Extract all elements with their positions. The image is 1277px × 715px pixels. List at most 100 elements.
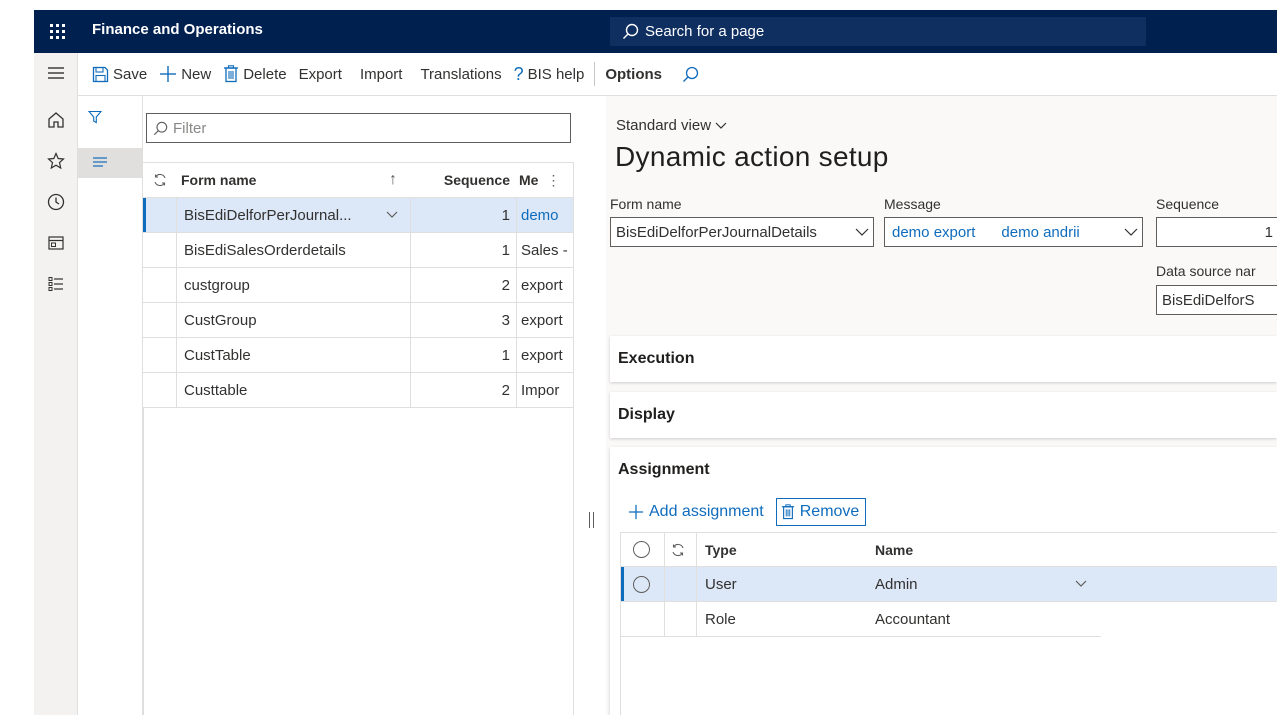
app-title[interactable]: Finance and Operations	[92, 21, 263, 38]
column-divider	[664, 567, 665, 601]
column-divider	[516, 303, 517, 337]
list-row[interactable]: custgroup 2 export	[143, 268, 574, 303]
column-divider	[516, 338, 517, 372]
show-list-icon[interactable]	[78, 148, 142, 178]
import-button[interactable]: Import	[348, 53, 409, 96]
navigation-bar: Finance and Operations Search for a page	[34, 10, 1277, 53]
column-divider	[176, 303, 177, 337]
view-selector[interactable]: Standard view	[616, 117, 727, 134]
column-divider	[696, 602, 697, 636]
select-all-radio[interactable]	[633, 533, 653, 566]
refresh-icon[interactable]	[153, 163, 173, 197]
search-icon	[153, 121, 168, 135]
delete-button[interactable]: Delete	[217, 53, 292, 96]
column-header-message[interactable]: Me ⋮	[519, 163, 574, 197]
row-select-radio[interactable]	[633, 567, 653, 601]
form-name-cell[interactable]: BisEdiDelforPerJournal...	[184, 198, 414, 232]
column-divider	[410, 338, 411, 372]
filter-funnel-icon[interactable]	[78, 96, 142, 136]
search-placeholder: Search for a page	[645, 23, 765, 40]
recent-clock-icon[interactable]	[34, 187, 78, 217]
message-field-value[interactable]: demo export	[892, 224, 975, 241]
remove-assignment-button[interactable]: Remove	[775, 498, 867, 526]
type-cell[interactable]: User	[705, 567, 865, 601]
column-header-type[interactable]: Type	[705, 533, 865, 566]
workspaces-icon[interactable]	[34, 228, 78, 258]
form-name-field-label: Form name	[610, 196, 682, 212]
assignment-row[interactable]: User Admin	[621, 567, 1277, 602]
filter-pane-toggle-area	[78, 96, 142, 715]
list-row[interactable]: BisEdiDelforPerJournal... 1 demo	[143, 198, 574, 233]
fasttab-display[interactable]: Display	[610, 392, 1277, 438]
form-name-cell: BisEdiSalesOrderdetails	[184, 241, 346, 259]
column-divider	[516, 268, 517, 302]
selected-row-indicator	[143, 198, 146, 232]
message-cell: export	[521, 311, 563, 329]
message-cell: export	[521, 346, 563, 364]
list-row[interactable]: BisEdiSalesOrderdetails 1 Sales -	[143, 233, 574, 268]
fasttab-assignment-title[interactable]: Assignment	[618, 447, 710, 493]
new-label: New	[181, 65, 212, 83]
fasttab-execution-title: Execution	[618, 350, 695, 367]
translations-button[interactable]: Translations	[408, 53, 507, 96]
more-options-icon[interactable]: ⋮	[546, 172, 560, 189]
chevron-down-icon[interactable]	[855, 226, 869, 238]
form-name-value: BisEdiDelforPerJournal...	[184, 206, 352, 224]
sequence-field-value: 1	[1264, 223, 1273, 241]
form-name-field[interactable]: BisEdiDelforPerJournalDetails	[610, 217, 874, 247]
details-pane: Standard view Dynamic action setup Form …	[606, 96, 1277, 715]
assignment-row[interactable]: Role Accountant	[621, 602, 1101, 637]
options-tab[interactable]: Options	[599, 53, 668, 96]
fasttab-display-title: Display	[618, 406, 675, 423]
hamburger-menu-icon[interactable]	[34, 58, 78, 88]
message-field-label: Message	[884, 196, 941, 212]
plus-icon	[628, 504, 644, 520]
home-icon[interactable]	[34, 105, 78, 135]
sequence-cell: 1	[501, 241, 510, 259]
name-cell[interactable]: Accountant	[875, 602, 1095, 636]
column-header-name[interactable]: Name	[875, 533, 1095, 566]
column-header-sequence[interactable]: Sequence	[413, 163, 512, 197]
action-pane: Save New Delete Export Import Translatio…	[78, 53, 1277, 96]
sequence-cell: 2	[501, 381, 510, 399]
favorites-star-icon[interactable]	[34, 146, 78, 176]
search-icon	[683, 66, 699, 82]
action-search-button[interactable]	[668, 53, 709, 96]
message-cell-link[interactable]: demo	[521, 198, 574, 232]
datasource-field[interactable]: BisEdiDelforS	[1156, 285, 1277, 315]
add-assignment-button[interactable]: Add assignment	[624, 498, 770, 526]
chevron-down-icon[interactable]	[1075, 580, 1087, 588]
form-name-cell: CustGroup	[184, 311, 257, 329]
column-header-form-name[interactable]: Form name ↑	[181, 163, 411, 197]
chevron-down-icon[interactable]	[1124, 226, 1138, 238]
app-launcher-icon[interactable]	[34, 10, 80, 53]
splitter-grip-icon[interactable]	[589, 512, 594, 528]
fasttab-execution[interactable]: Execution	[610, 336, 1277, 382]
pane-splitter[interactable]	[584, 96, 606, 715]
message-field[interactable]: demo export demo andrii	[884, 217, 1143, 247]
column-divider	[516, 233, 517, 267]
type-cell[interactable]: Role	[705, 602, 865, 636]
name-cell-value: Admin	[875, 575, 918, 593]
grid-left-border	[143, 408, 144, 715]
export-button[interactable]: Export	[293, 53, 348, 96]
name-cell[interactable]: Admin	[875, 567, 1099, 601]
list-grid-header: Form name ↑ Sequence Me ⋮	[143, 162, 574, 198]
toolbar-divider	[594, 62, 596, 86]
list-row[interactable]: CustGroup 3 export	[143, 303, 574, 338]
column-divider	[410, 268, 411, 302]
refresh-icon[interactable]	[671, 533, 691, 566]
save-button[interactable]: Save	[78, 53, 153, 96]
sequence-cell: 3	[501, 311, 510, 329]
list-row[interactable]: Custtable 2 Impor	[143, 373, 574, 408]
page-search-box[interactable]: Search for a page	[610, 17, 1146, 46]
bis-help-button[interactable]: ? BIS help	[508, 53, 591, 96]
chevron-down-icon[interactable]	[386, 211, 398, 219]
new-button[interactable]: New	[153, 53, 217, 96]
list-row[interactable]: CustTable 1 export	[143, 338, 574, 373]
list-filter-input[interactable]: Filter	[146, 113, 571, 143]
column-divider	[176, 373, 177, 407]
sequence-field[interactable]: 1	[1156, 217, 1277, 247]
trash-icon	[781, 504, 794, 520]
modules-list-icon[interactable]	[34, 269, 78, 299]
